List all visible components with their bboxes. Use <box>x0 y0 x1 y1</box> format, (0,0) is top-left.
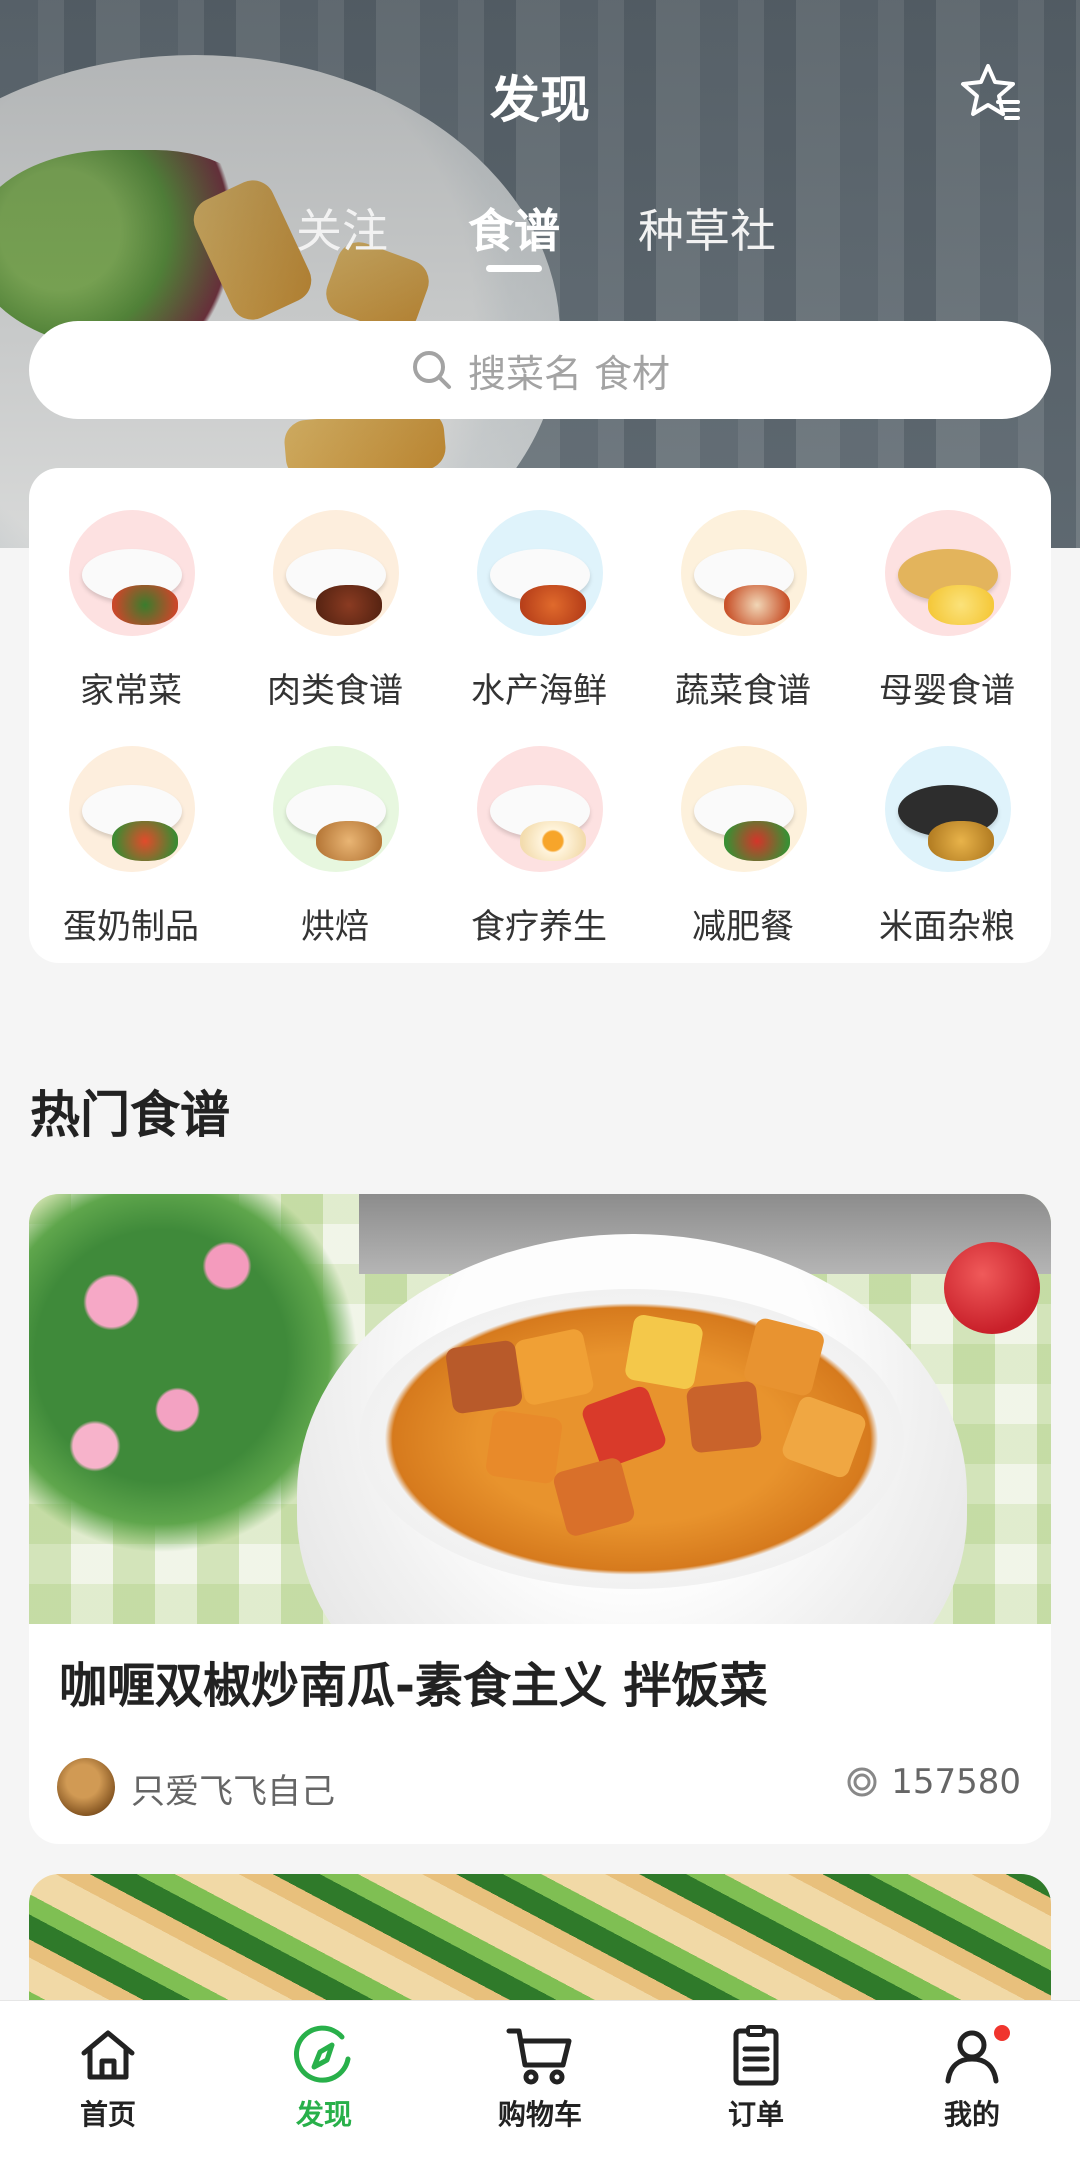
discover-page: 发现 关注 食谱 种草社 搜菜名 食材 家常菜 肉类食谱 水产海鲜 蔬菜食谱 母… <box>0 0 1080 2184</box>
category-label: 烘焙 <box>301 907 369 947</box>
tabbar-home[interactable]: 首页 <box>38 2023 178 2143</box>
cart-icon <box>506 2028 572 2085</box>
tabbar-label: 我的 <box>943 2098 1000 2131</box>
bottom-tab-bar: 首页 发现 购物车 订单 我的 <box>0 2000 1080 2184</box>
category-grains[interactable]: 米面杂粮 <box>845 704 1049 947</box>
recipe-image <box>29 1194 1051 1624</box>
tabbar-me[interactable]: 我的 <box>902 2023 1042 2143</box>
category-weight-loss[interactable]: 减肥餐 <box>641 704 845 947</box>
category-vegetables[interactable]: 蔬菜食谱 <box>641 468 845 711</box>
tabbar-label: 首页 <box>79 2098 136 2131</box>
home-icon <box>81 2030 135 2080</box>
category-label: 减肥餐 <box>692 907 794 947</box>
category-maternal-baby[interactable]: 母婴食谱 <box>845 468 1049 711</box>
tabbar-label: 发现 <box>295 2098 352 2131</box>
search-icon <box>412 351 451 389</box>
category-home-cooking[interactable]: 家常菜 <box>29 468 233 711</box>
compass-icon <box>293 2025 351 2083</box>
search-bar[interactable]: 搜菜名 食材 <box>29 321 1051 419</box>
category-baking[interactable]: 烘焙 <box>233 704 437 947</box>
section-title-hot-recipes: 热门食谱 <box>30 1086 230 1144</box>
recipe-title: 咖喱双椒炒南瓜-素食主义 拌饭菜 <box>59 1658 768 1714</box>
tabbar-label: 购物车 <box>497 2098 582 2131</box>
tab-follow[interactable]: 关注 <box>296 195 388 261</box>
category-label: 食疗养生 <box>471 907 607 947</box>
tabbar-discover[interactable]: 发现 <box>254 2023 394 2143</box>
author-name: 只爱飞飞自己 <box>131 1772 335 1812</box>
avatar[interactable] <box>57 1758 115 1816</box>
favorites-button[interactable] <box>958 60 1024 126</box>
tab-recipes[interactable]: 食谱 <box>468 195 560 261</box>
tabbar-cart[interactable]: 购物车 <box>470 2023 610 2143</box>
tabbar-label: 订单 <box>727 2098 784 2131</box>
active-tab-indicator <box>486 265 542 272</box>
notification-dot <box>994 2025 1010 2041</box>
category-meat[interactable]: 肉类食谱 <box>233 468 437 711</box>
page-title: 发现 <box>490 71 590 129</box>
tabbar-orders[interactable]: 订单 <box>686 2023 826 2143</box>
view-count-value: 157580 <box>891 1762 1021 1802</box>
category-grid: 家常菜 肉类食谱 水产海鲜 蔬菜食谱 母婴食谱 蛋奶制品 烘焙 食疗养生 减肥餐… <box>29 468 1051 963</box>
category-health-diet[interactable]: 食疗养生 <box>437 704 641 947</box>
clipboard-icon <box>733 2025 779 2086</box>
star-list-icon <box>961 64 1020 120</box>
tab-grass-club[interactable]: 种草社 <box>638 195 776 261</box>
category-egg-dairy[interactable]: 蛋奶制品 <box>29 704 233 947</box>
eye-icon <box>847 1767 877 1797</box>
category-label: 米面杂粮 <box>879 907 1015 947</box>
view-count: 157580 <box>843 1762 1021 1802</box>
category-label: 蛋奶制品 <box>63 907 199 947</box>
category-seafood[interactable]: 水产海鲜 <box>437 468 641 711</box>
search-placeholder: 搜菜名 食材 <box>467 351 671 396</box>
recipe-card[interactable]: 咖喱双椒炒南瓜-素食主义 拌饭菜 只爱飞飞自己 157580 <box>29 1194 1051 1844</box>
